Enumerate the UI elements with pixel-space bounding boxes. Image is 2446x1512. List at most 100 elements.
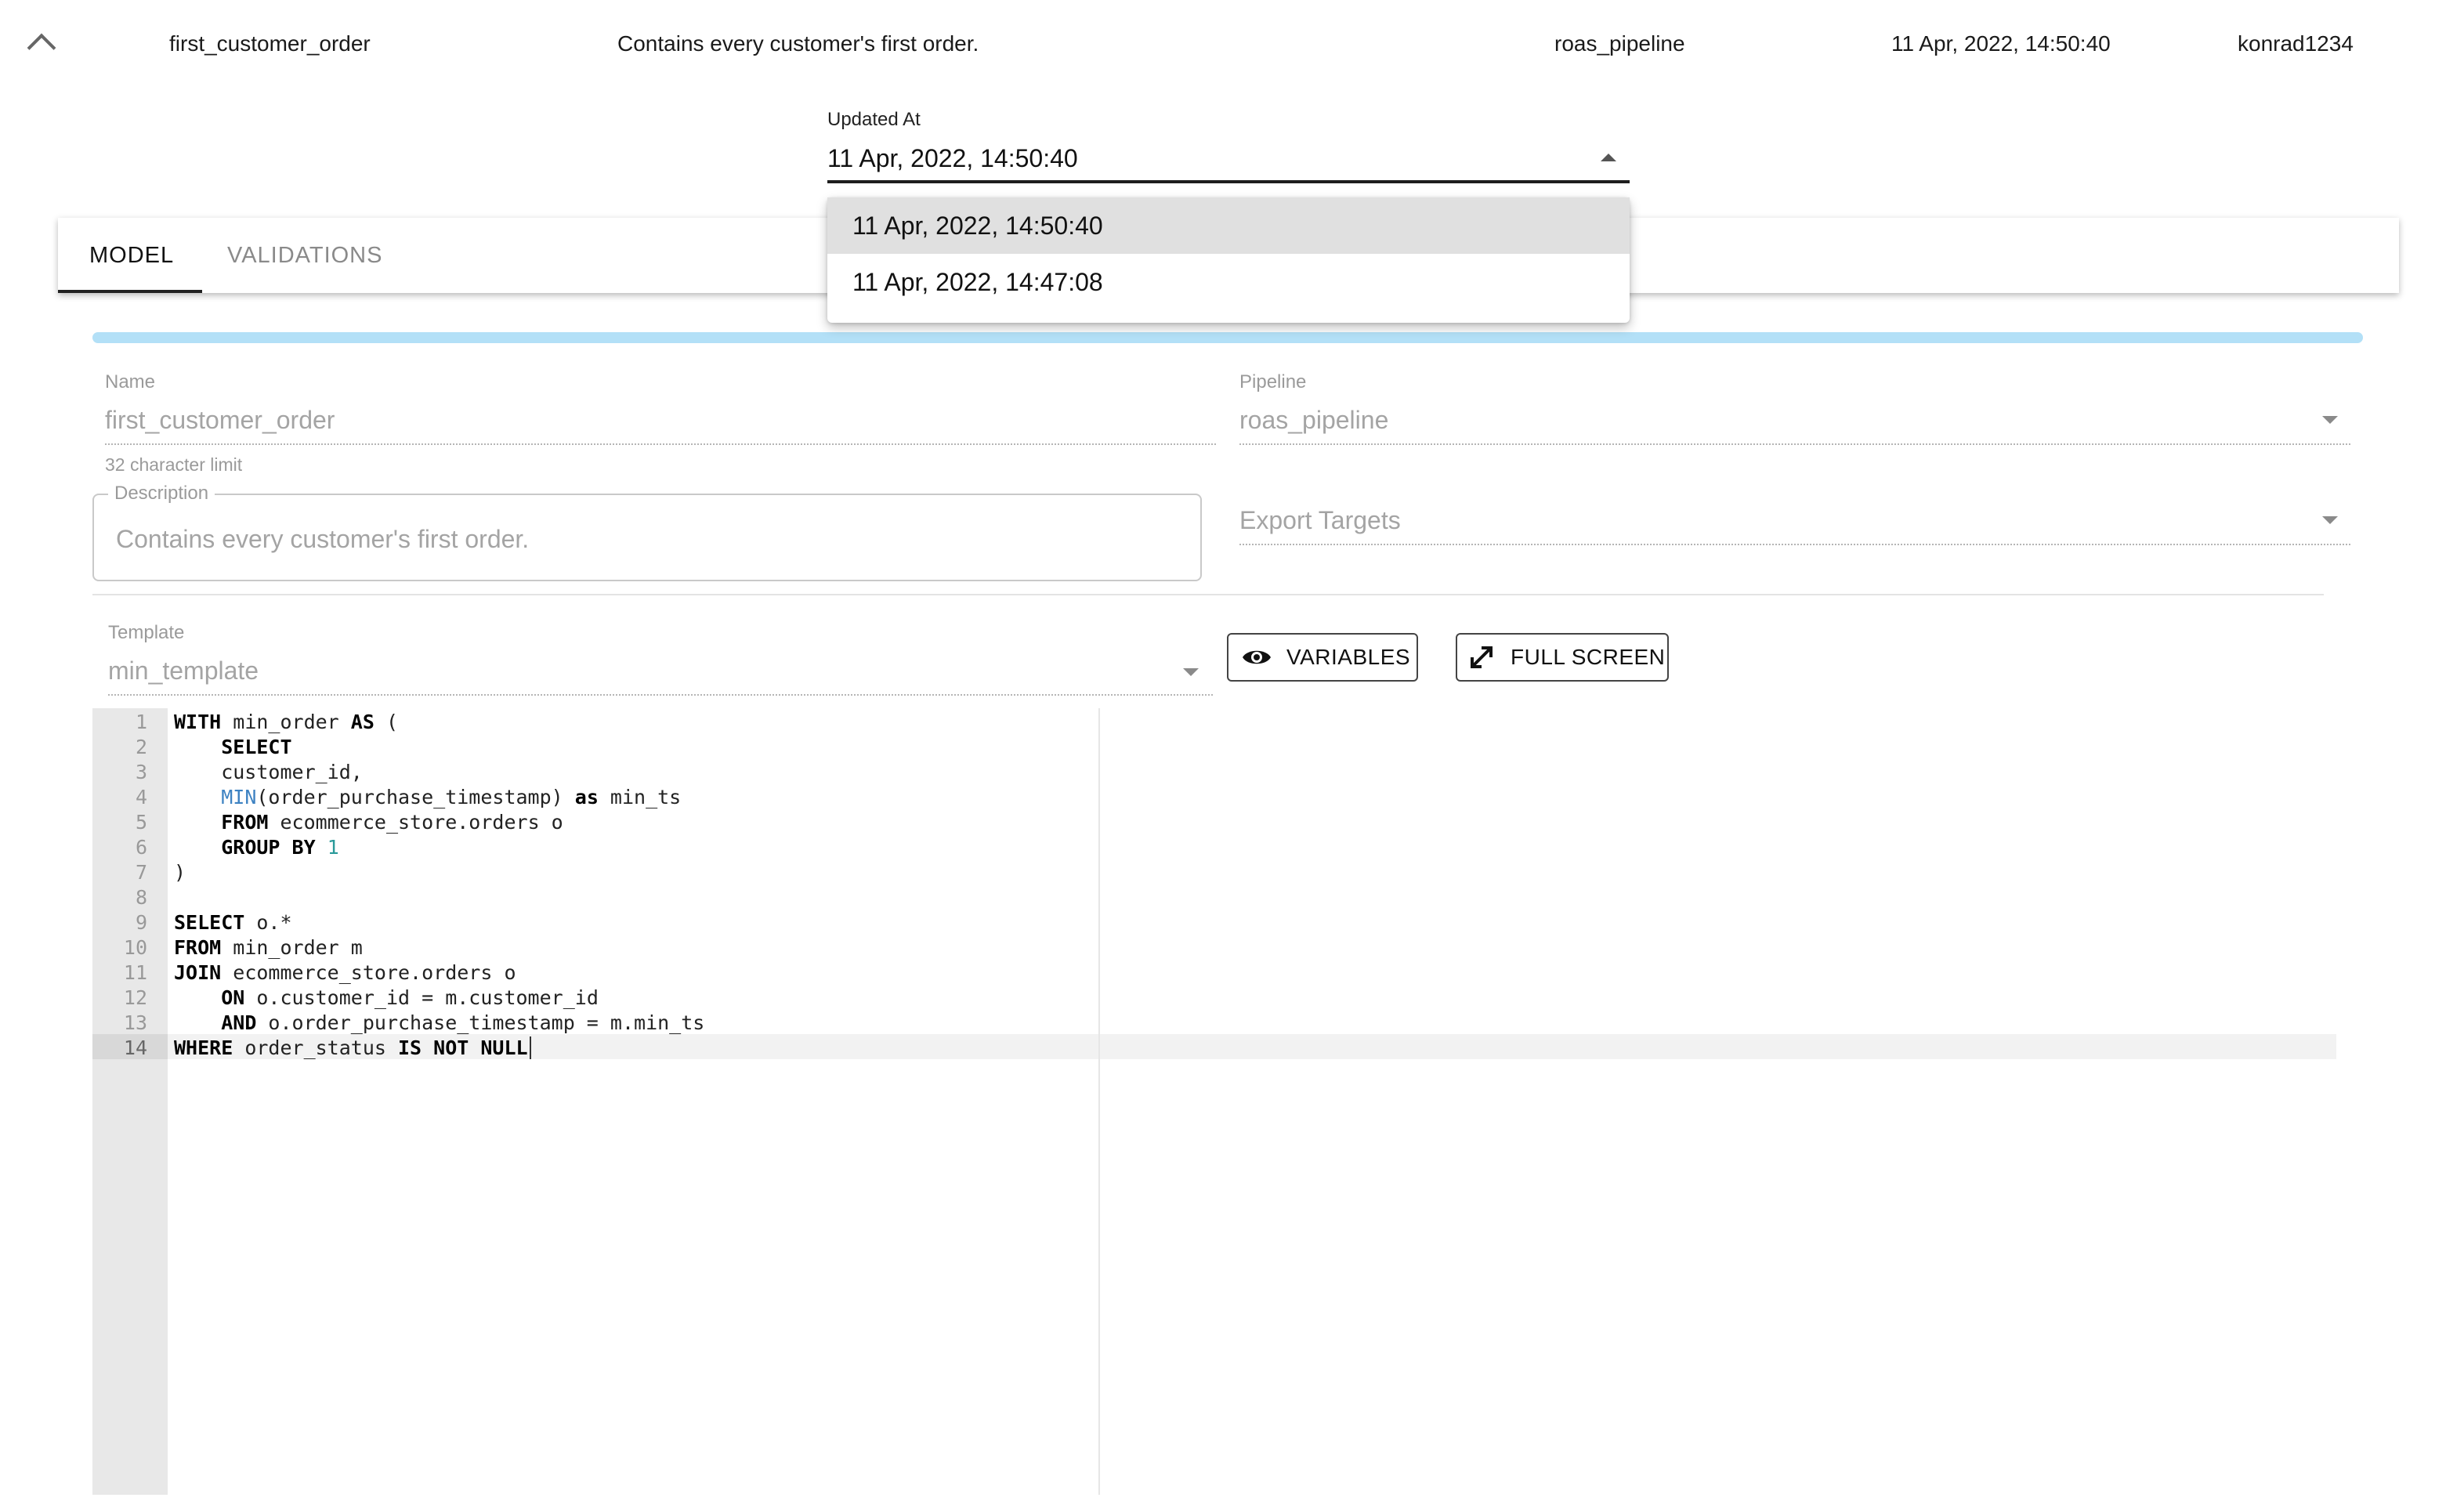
- full-screen-label: FULL SCREEN: [1511, 645, 1666, 669]
- tab-model-label: MODEL: [89, 243, 175, 268]
- variables-button[interactable]: VARIABLES: [1227, 633, 1418, 682]
- code-line[interactable]: MIN(order_purchase_timestamp) as min_ts: [174, 785, 681, 810]
- keyword-token: JOIN: [174, 961, 222, 984]
- pipeline-underline: [1239, 443, 2350, 445]
- code-line[interactable]: ON o.customer_id = m.customer_id: [174, 986, 599, 1011]
- line-number: 14: [123, 1036, 147, 1059]
- keyword-token: WHERE: [174, 1036, 233, 1059]
- template-select[interactable]: min_template: [108, 657, 259, 685]
- keyword-token: SELECT: [174, 911, 245, 934]
- updated-at-option-1[interactable]: 11 Apr, 2022, 14:50:40: [827, 197, 1630, 254]
- code-line[interactable]: WHERE order_status IS NOT NULL​: [174, 1036, 531, 1061]
- option-label: 11 Apr, 2022, 14:47:08: [852, 267, 1103, 296]
- line-number: 12: [123, 986, 147, 1009]
- pipeline-label: Pipeline: [1239, 371, 1307, 392]
- line-number: 7: [135, 861, 147, 884]
- code-line[interactable]: JOIN ecommerce_store.orders o: [174, 960, 516, 986]
- updated-at-label: Updated At: [827, 109, 921, 130]
- keyword-token: FROM: [221, 811, 269, 834]
- code-token: min_order m: [221, 936, 363, 959]
- updated-at-underline: [827, 180, 1630, 183]
- line-number: 8: [135, 886, 147, 909]
- code-line[interactable]: FROM min_order m: [174, 935, 363, 960]
- line-number: 9: [135, 911, 147, 934]
- name-label: Name: [105, 371, 156, 392]
- code-token: order_status: [233, 1036, 398, 1059]
- code-token: (: [374, 711, 399, 733]
- tab-model[interactable]: MODEL: [89, 243, 174, 269]
- code-line[interactable]: FROM ecommerce_store.orders o: [174, 810, 563, 835]
- full-screen-button[interactable]: FULL SCREEN: [1456, 633, 1669, 682]
- line-number: 3: [135, 761, 147, 783]
- line-number: 2: [135, 736, 147, 758]
- keyword-token: FROM: [174, 936, 222, 959]
- tab-validations-label: VALIDATIONS: [227, 243, 383, 268]
- keyword-token: GROUP BY: [221, 836, 316, 859]
- pipeline-caret-down-icon[interactable]: [2322, 416, 2338, 424]
- option-label: 11 Apr, 2022, 14:50:40: [852, 211, 1103, 240]
- description-label: Description: [108, 483, 215, 505]
- print-margin: [1098, 708, 1100, 1495]
- code-line[interactable]: AND o.order_purchase_timestamp = m.min_t…: [174, 1011, 704, 1036]
- description-field[interactable]: Contains every customer's first order.: [92, 494, 1202, 581]
- code-token: min_order: [221, 711, 351, 733]
- template-underline: [108, 694, 1213, 696]
- row-author: konrad1234: [2238, 31, 2354, 56]
- line-number: 4: [135, 786, 147, 808]
- keyword-token: as: [574, 786, 599, 808]
- code-token: ecommerce_store.orders o: [268, 811, 563, 834]
- code-line[interactable]: customer_id,: [174, 760, 363, 785]
- row-description: Contains every customer's first order.: [617, 31, 979, 56]
- keyword-token: ON: [221, 986, 245, 1009]
- line-number: 13: [123, 1011, 147, 1034]
- code-token: o.order_purchase_timestamp = m.min_ts: [256, 1011, 705, 1034]
- code-line[interactable]: SELECT: [174, 735, 291, 760]
- row-updated-at: 11 Apr, 2022, 14:50:40: [1891, 31, 2111, 56]
- export-targets-select[interactable]: Export Targets: [1239, 506, 1401, 535]
- code-token: o.*: [244, 911, 292, 934]
- function-token: MIN: [221, 786, 257, 808]
- variables-label: VARIABLES: [1286, 645, 1411, 669]
- name-field[interactable]: first_customer_order: [105, 406, 335, 435]
- row-name: first_customer_order: [169, 31, 371, 56]
- code-line[interactable]: SELECT o.*: [174, 910, 292, 935]
- pipeline-select[interactable]: roas_pipeline: [1239, 406, 1388, 435]
- template-caret-down-icon[interactable]: [1183, 668, 1199, 676]
- active-tab-indicator: [58, 290, 202, 293]
- export-targets-caret-down-icon[interactable]: [2322, 516, 2338, 524]
- code-line[interactable]: ): [174, 860, 186, 885]
- code-token: o.customer_id = m.customer_id: [244, 986, 599, 1009]
- updated-at-value[interactable]: 11 Apr, 2022, 14:50:40: [827, 144, 1078, 173]
- updated-at-select[interactable]: Updated At 11 Apr, 2022, 14:50:40: [827, 107, 1630, 185]
- loading-progress-bar: [92, 332, 2363, 343]
- code-token: customer_id,: [174, 761, 363, 783]
- updated-at-menu: 11 Apr, 2022, 14:50:40 11 Apr, 2022, 14:…: [827, 197, 1630, 323]
- keyword-token: AS: [350, 711, 374, 733]
- caret-up-icon[interactable]: [1601, 154, 1616, 161]
- export-targets-underline: [1239, 544, 2350, 545]
- name-helper-text: 32 character limit: [105, 454, 243, 475]
- code-editor[interactable]: 1 2 3 4 5 6 7 8 9 10 11 12 13 14 WITH min_order AS ( …: [92, 708, 2336, 1495]
- keyword-token: WITH: [174, 711, 222, 733]
- code-token: ecommerce_store.orders o: [221, 961, 516, 984]
- expand-icon: [1468, 644, 1495, 671]
- code-line[interactable]: GROUP BY 1: [174, 835, 339, 860]
- collapse-chevron-up-icon[interactable]: [27, 33, 56, 63]
- description-placeholder: Contains every customer's first order.: [116, 525, 530, 553]
- row-pipeline: roas_pipeline: [1554, 31, 1685, 56]
- template-label: Template: [108, 622, 185, 643]
- name-underline: [105, 443, 1216, 445]
- code-token: ): [174, 861, 186, 884]
- updated-at-option-2[interactable]: 11 Apr, 2022, 14:47:08: [827, 254, 1630, 310]
- tab-validations[interactable]: VALIDATIONS: [227, 243, 382, 269]
- code-line[interactable]: WITH min_order AS (: [174, 710, 398, 735]
- number-token: 1: [327, 836, 339, 859]
- line-number: 10: [123, 936, 147, 959]
